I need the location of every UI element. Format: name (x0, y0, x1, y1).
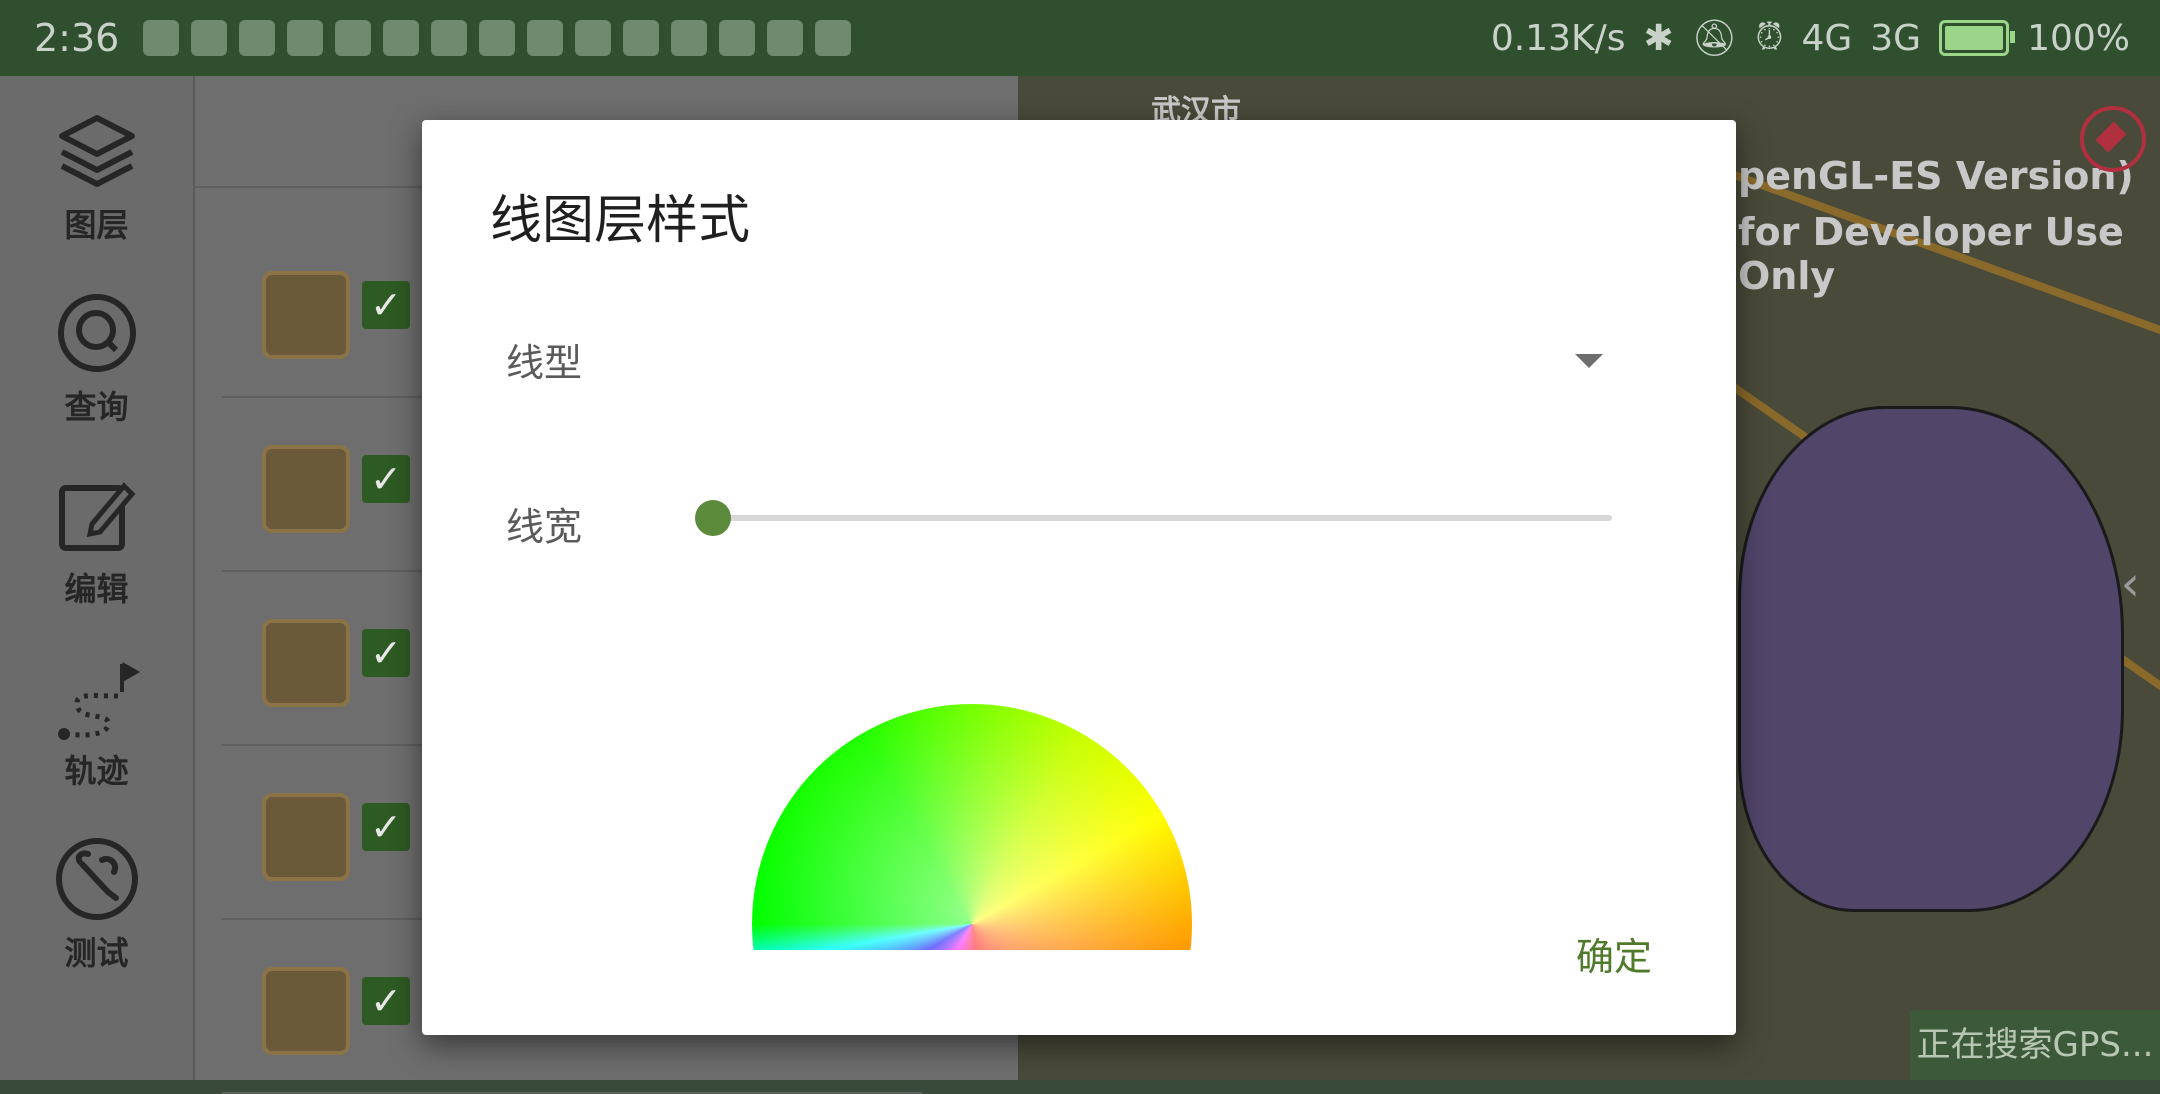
bluetooth-icon: ✱ (1643, 17, 1674, 59)
line-type-dropdown[interactable] (502, 320, 1612, 410)
notification-icon (335, 20, 372, 56)
notification-icon (239, 20, 276, 56)
battery-icon (1939, 20, 2016, 56)
status-bar: 2:36 0.13K/s ✱ 🔕︎ ⏰︎ 4G 3G 100% (0, 0, 2160, 76)
dialog-title: 线图层样式 (490, 191, 751, 251)
status-right: 0.13K/s ✱ 🔕︎ ⏰︎ 4G 3G 100% (1491, 0, 2130, 76)
notification-icon (815, 20, 852, 56)
notification-icon (527, 20, 564, 56)
alarm-icon: ⏰︎ (1755, 17, 1784, 58)
confirm-button[interactable]: 确定 (1576, 926, 1652, 981)
signal-4g: 4G (1801, 17, 1853, 59)
notification-icon (767, 20, 804, 56)
network-speed: 0.13K/s (1490, 17, 1626, 59)
notification-icon (479, 20, 516, 56)
notification-icon (191, 20, 228, 56)
notification-icon (287, 20, 324, 56)
battery-percent: 100% (2027, 17, 2130, 59)
notification-icon (575, 20, 612, 56)
notification-icon (671, 20, 708, 56)
notification-icon (719, 20, 756, 56)
notification-icons (143, 20, 852, 56)
slider-thumb[interactable] (695, 500, 731, 536)
notification-icon (383, 20, 420, 56)
color-wheel-disc[interactable] (752, 704, 1192, 950)
color-picker-wheel[interactable] (752, 704, 1192, 950)
status-time: 2:36 (34, 16, 120, 60)
notification-icon (143, 20, 180, 56)
signal-3g: 3G (1870, 17, 1922, 59)
notification-icon (623, 20, 660, 56)
notification-icon (431, 20, 468, 56)
line-width-slider[interactable] (712, 515, 1612, 521)
mute-icon: 🔕︎ (1691, 18, 1738, 59)
line-type-label: 线型 (506, 341, 583, 385)
line-style-dialog: 线图层样式 线型 线宽 确定 (422, 120, 1736, 1035)
line-width-label: 线宽 (506, 505, 583, 549)
chevron-down-icon[interactable] (1575, 354, 1603, 368)
